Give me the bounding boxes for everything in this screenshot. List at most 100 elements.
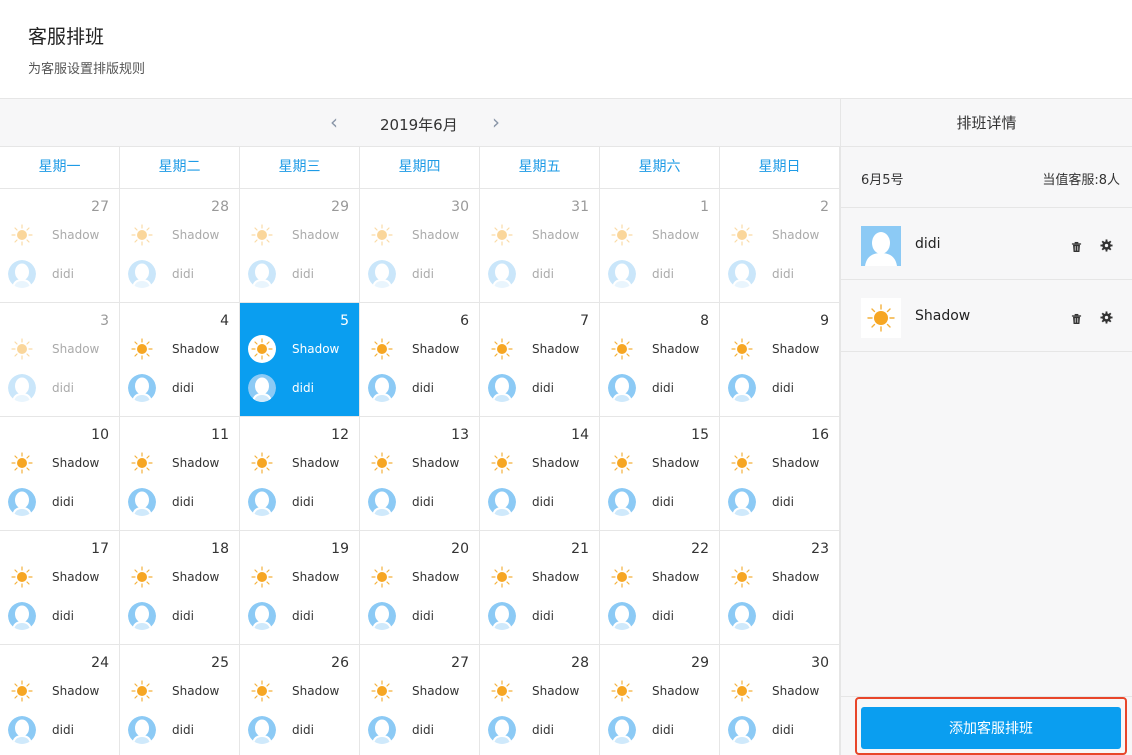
gear-icon[interactable] [1100,237,1113,256]
day-cell[interactable]: 26 Shadow didi [240,645,360,755]
staff-entry: Shadow [8,449,99,477]
staff-name: didi [292,609,314,623]
sun-icon [128,563,156,591]
staff-entry: didi [608,488,674,516]
day-cell[interactable]: 28 Shadow didi [480,645,600,755]
staff-name: Shadow [772,228,820,242]
day-cell[interactable]: 21 Shadow didi [480,531,600,644]
detail-date: 6月5号 [861,173,904,188]
sun-icon [608,563,636,591]
sun-icon [248,677,276,705]
add-schedule-button[interactable]: 添加客服排班 [861,707,1121,749]
day-cell[interactable]: 25 Shadow didi [120,645,240,755]
avatar-icon [488,488,516,516]
day-cell[interactable]: 28 Shadow didi [120,189,240,302]
staff-entry: Shadow [488,563,579,591]
staff-entry: Shadow [728,563,819,591]
staff-entry: didi [128,716,194,744]
staff-entry: Shadow [248,335,339,363]
day-cell[interactable]: 12 Shadow didi [240,417,360,530]
chevron-left-icon[interactable]: ‹ [330,111,338,133]
day-cell-selected[interactable]: 5 Shadow didi [240,303,360,416]
avatar-icon [368,716,396,744]
day-cell[interactable]: 27 Shadow didi [360,645,480,755]
day-cell[interactable]: 10 Shadow didi [0,417,120,530]
day-cell[interactable]: 30 Shadow didi [720,645,840,755]
avatar-icon [128,716,156,744]
day-cell[interactable]: 14 Shadow didi [480,417,600,530]
day-cell[interactable]: 7 Shadow didi [480,303,600,416]
staff-name: didi [292,267,314,281]
staff-entry: didi [8,716,74,744]
page-header: 客服排班 为客服设置排版规则 [0,0,1132,98]
staff-entry: Shadow [248,563,339,591]
chevron-right-icon[interactable]: › [492,111,500,133]
day-cell[interactable]: 1 Shadow didi [600,189,720,302]
day-cell[interactable]: 8 Shadow didi [600,303,720,416]
staff-name: Shadow [652,684,700,698]
day-number: 26 [331,655,349,671]
day-cell[interactable]: 13 Shadow didi [360,417,480,530]
staff-entry: Shadow [128,335,219,363]
day-cell[interactable]: 27 Shadow didi [0,189,120,302]
staff-entry: Shadow [728,221,819,249]
staff-entry: didi [368,260,434,288]
staff-name: didi [52,495,74,509]
staff-entry: didi [248,488,314,516]
day-cell[interactable]: 9 Shadow didi [720,303,840,416]
sun-icon [128,221,156,249]
avatar-icon [728,602,756,630]
day-cell[interactable]: 29 Shadow didi [600,645,720,755]
day-number: 9 [820,313,829,329]
trash-icon[interactable] [1071,238,1082,257]
day-number: 15 [691,427,709,443]
avatar-icon [248,488,276,516]
day-cell[interactable]: 19 Shadow didi [240,531,360,644]
staff-name: Shadow [292,342,340,356]
staff-entry: didi [488,488,554,516]
avatar-icon [488,602,516,630]
staff-name: didi [172,495,194,509]
avatar-icon [488,374,516,402]
day-cell[interactable]: 18 Shadow didi [120,531,240,644]
day-cell[interactable]: 29 Shadow didi [240,189,360,302]
day-cell[interactable]: 24 Shadow didi [0,645,120,755]
staff-entry: didi [368,716,434,744]
add-area: 添加客服排班 [841,696,1132,755]
day-cell[interactable]: 17 Shadow didi [0,531,120,644]
day-cell[interactable]: 30 Shadow didi [360,189,480,302]
gear-icon[interactable] [1100,309,1113,328]
avatar-icon [8,716,36,744]
staff-name: didi [412,381,434,395]
day-cell[interactable]: 22 Shadow didi [600,531,720,644]
staff-name: Shadow [412,342,460,356]
day-cell[interactable]: 6 Shadow didi [360,303,480,416]
avatar-icon [248,374,276,402]
day-cell[interactable]: 4 Shadow didi [120,303,240,416]
day-cell[interactable]: 20 Shadow didi [360,531,480,644]
staff-name: Shadow [52,570,100,584]
avatar-icon [608,260,636,288]
staff-entry: Shadow [128,449,219,477]
sun-icon [368,677,396,705]
sun-icon [488,335,516,363]
day-cell[interactable]: 11 Shadow didi [120,417,240,530]
trash-icon[interactable] [1071,310,1082,329]
staff-entry: Shadow [728,449,819,477]
day-cell[interactable]: 15 Shadow didi [600,417,720,530]
staff-name: didi [772,381,794,395]
staff-name: Shadow [292,228,340,242]
avatar-icon [248,716,276,744]
day-cell[interactable]: 3 Shadow didi [0,303,120,416]
staff-name: Shadow [532,342,580,356]
day-cell[interactable]: 31 Shadow didi [480,189,600,302]
weekday-label: 星期三 [240,147,360,189]
day-cell[interactable]: 23 Shadow didi [720,531,840,644]
day-cell[interactable]: 16 Shadow didi [720,417,840,530]
day-cell[interactable]: 2 Shadow didi [720,189,840,302]
staff-name: didi [772,609,794,623]
sun-icon [488,221,516,249]
day-number: 6 [460,313,469,329]
staff-entry: didi [8,374,74,402]
detail-staff-list: didi Shadow [841,208,1132,352]
